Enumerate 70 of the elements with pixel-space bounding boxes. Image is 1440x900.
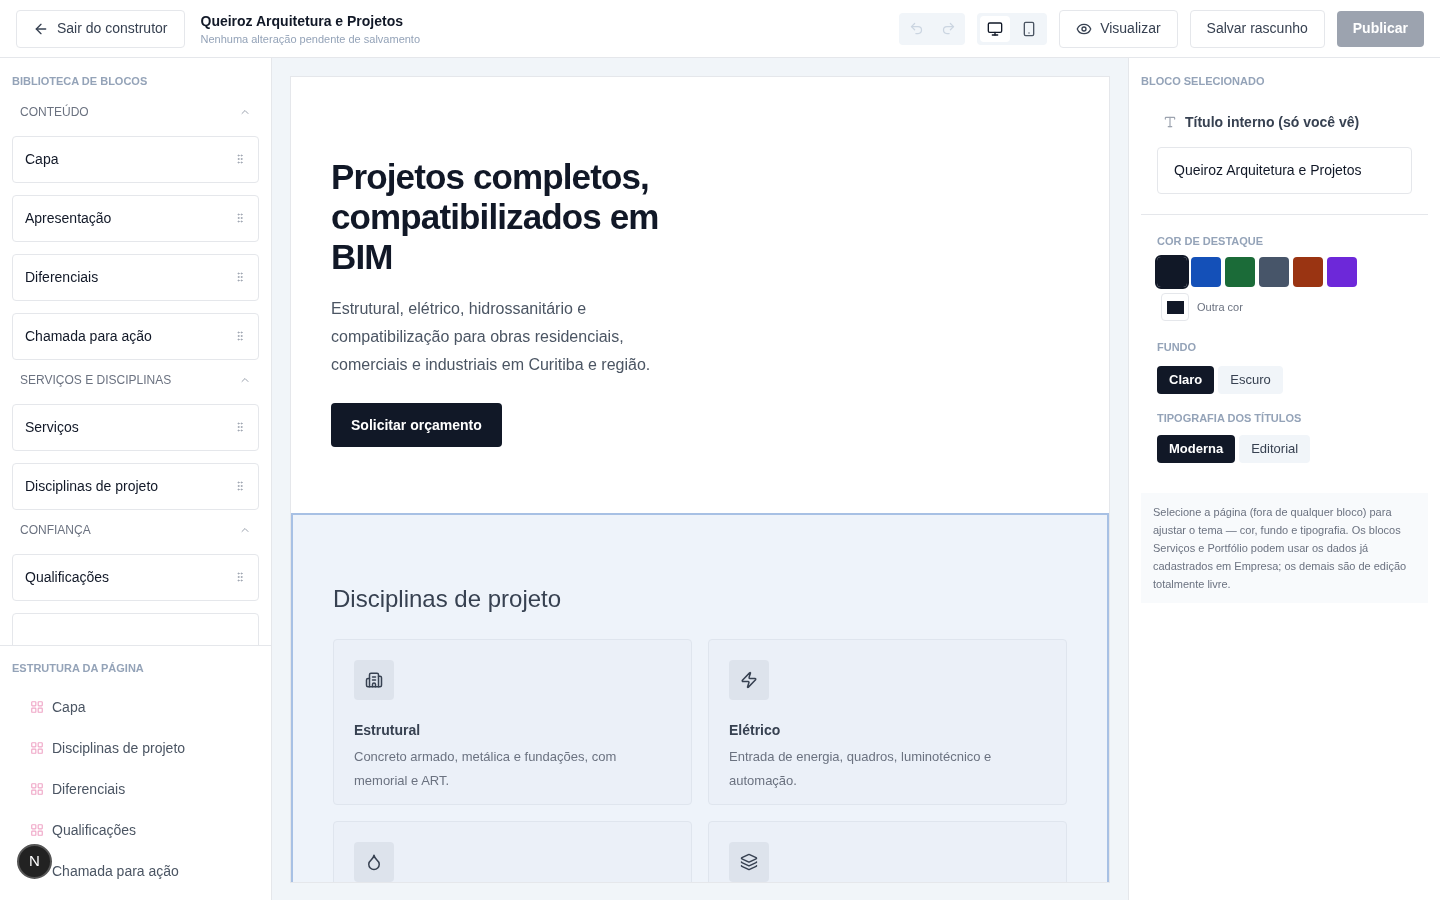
section-heading: TIPOGRAFIA DOS TÍTULOS bbox=[1157, 410, 1303, 426]
title-input[interactable]: Queiroz Arquitetura e Projetos bbox=[1157, 146, 1412, 194]
option-button[interactable]: Escuro bbox=[1218, 365, 1283, 394]
block-card[interactable]: Qualificações bbox=[12, 553, 259, 601]
section-heading: FUNDO bbox=[1157, 340, 1198, 355]
redo-icon bbox=[940, 21, 956, 36]
custom-color-label: Outra cor bbox=[1197, 299, 1243, 315]
block-card[interactable]: Capa bbox=[12, 135, 259, 183]
disciplines-section[interactable]: Disciplinas de projeto Estrutural Concreto armado, metálica e fundações, com memorial e ART. Elétrico Entrada de energia, quadros, luminotécnico e automação. bbox=[291, 513, 1109, 882]
undo-icon bbox=[908, 21, 924, 36]
desktop-view-button[interactable] bbox=[980, 15, 1011, 42]
option-button[interactable]: Moderna bbox=[1157, 435, 1236, 463]
exit-button[interactable]: Sair do construtor bbox=[16, 9, 185, 48]
grid-icon bbox=[30, 823, 44, 837]
drag-handle-icon bbox=[234, 153, 246, 165]
category-toggle[interactable]: SERVIÇOS E DISCIPLINAS bbox=[12, 371, 259, 388]
save-draft-button[interactable]: Salvar rascunho bbox=[1189, 9, 1325, 48]
color-swatch[interactable] bbox=[1225, 257, 1255, 287]
category-toggle[interactable]: CONTEÚDO bbox=[12, 103, 259, 120]
card-title: Estrutural bbox=[354, 721, 422, 740]
custom-color-input[interactable] bbox=[1161, 293, 1189, 321]
card-text: Concreto armado, metálica e fundações, com memorial e ART. bbox=[354, 748, 618, 790]
color-swatch[interactable] bbox=[1293, 257, 1323, 287]
block-card[interactable]: Disciplinas de projeto bbox=[12, 462, 259, 510]
quote-button[interactable]: Solicitar orçamento bbox=[331, 403, 502, 447]
section-heading: BIBLIOTECA DE BLOCOS bbox=[12, 74, 149, 89]
drag-handle-icon bbox=[234, 421, 246, 433]
section-heading: COR DE DESTAQUE bbox=[1157, 233, 1265, 249]
card-title: Elétrico bbox=[729, 721, 782, 740]
drag-handle-icon bbox=[234, 480, 246, 492]
structure-item[interactable]: Capa bbox=[52, 696, 86, 718]
preview-button[interactable]: Visualizar bbox=[1059, 9, 1178, 48]
section-heading: ESTRUTURA DA PÁGINA bbox=[12, 661, 145, 676]
color-swatch[interactable] bbox=[1157, 257, 1187, 287]
desktop-icon bbox=[987, 20, 1004, 37]
lightning-icon bbox=[729, 660, 769, 700]
option-button[interactable]: Claro bbox=[1157, 365, 1215, 394]
save-status: Nenhuma alteração pendente de salvamento bbox=[200, 31, 421, 47]
color-swatch[interactable] bbox=[1259, 257, 1289, 287]
block-card[interactable] bbox=[12, 612, 259, 645]
block-card[interactable]: Diferenciais bbox=[12, 253, 259, 301]
drag-handle-icon bbox=[234, 271, 246, 283]
hero-text: Estrutural, elétrico, hidrossanitário e compatibilização para obras residenciais, comerciais e industriais em Curitiba e região. bbox=[331, 299, 652, 375]
color-swatch[interactable] bbox=[1191, 257, 1221, 287]
option-button[interactable]: Editorial bbox=[1239, 435, 1311, 463]
drag-handle-icon bbox=[234, 571, 246, 583]
building-icon bbox=[354, 660, 394, 700]
hero-heading: Projetos completos, compatibilizados em BIM bbox=[331, 157, 660, 277]
section-heading: BLOCO SELECIONADO bbox=[1141, 74, 1266, 89]
color-swatch[interactable] bbox=[1327, 257, 1357, 287]
grid-icon bbox=[30, 782, 44, 796]
section-title: Disciplinas de projeto bbox=[333, 584, 563, 614]
drag-handle-icon bbox=[234, 212, 246, 224]
card-text: Entrada de energia, quadros, luminotécnico e automação. bbox=[729, 748, 993, 790]
text-icon bbox=[1163, 115, 1177, 129]
block-card[interactable]: Apresentação bbox=[12, 194, 259, 242]
structure-item[interactable]: Qualificações bbox=[52, 819, 137, 841]
category-toggle[interactable]: CONFIANÇA bbox=[12, 521, 259, 538]
block-card[interactable]: Serviços bbox=[12, 403, 259, 451]
block-card[interactable]: Chamada para ação bbox=[12, 312, 259, 360]
dev-badge[interactable]: N bbox=[17, 844, 52, 879]
grid-icon bbox=[30, 700, 44, 714]
drag-handle-icon bbox=[234, 330, 246, 342]
structure-item[interactable]: Disciplinas de projeto bbox=[52, 737, 186, 759]
structure-item[interactable]: Diferenciais bbox=[52, 778, 126, 800]
site-title: Queiroz Arquitetura e Projetos bbox=[200, 11, 404, 31]
help-text: Selecione a página (fora de qualquer bloco) para ajustar o tema — cor, fundo e tipografia. Os blocos Serviços e Portfólio podem usar os dados já cadastrados em Empresa; os demais são de edição totalmente livre. bbox=[1141, 493, 1428, 603]
grid-icon bbox=[30, 741, 44, 755]
field-label: Título interno (só você vê) bbox=[1185, 112, 1360, 132]
structure-item[interactable]: Chamada para ação bbox=[52, 860, 179, 882]
